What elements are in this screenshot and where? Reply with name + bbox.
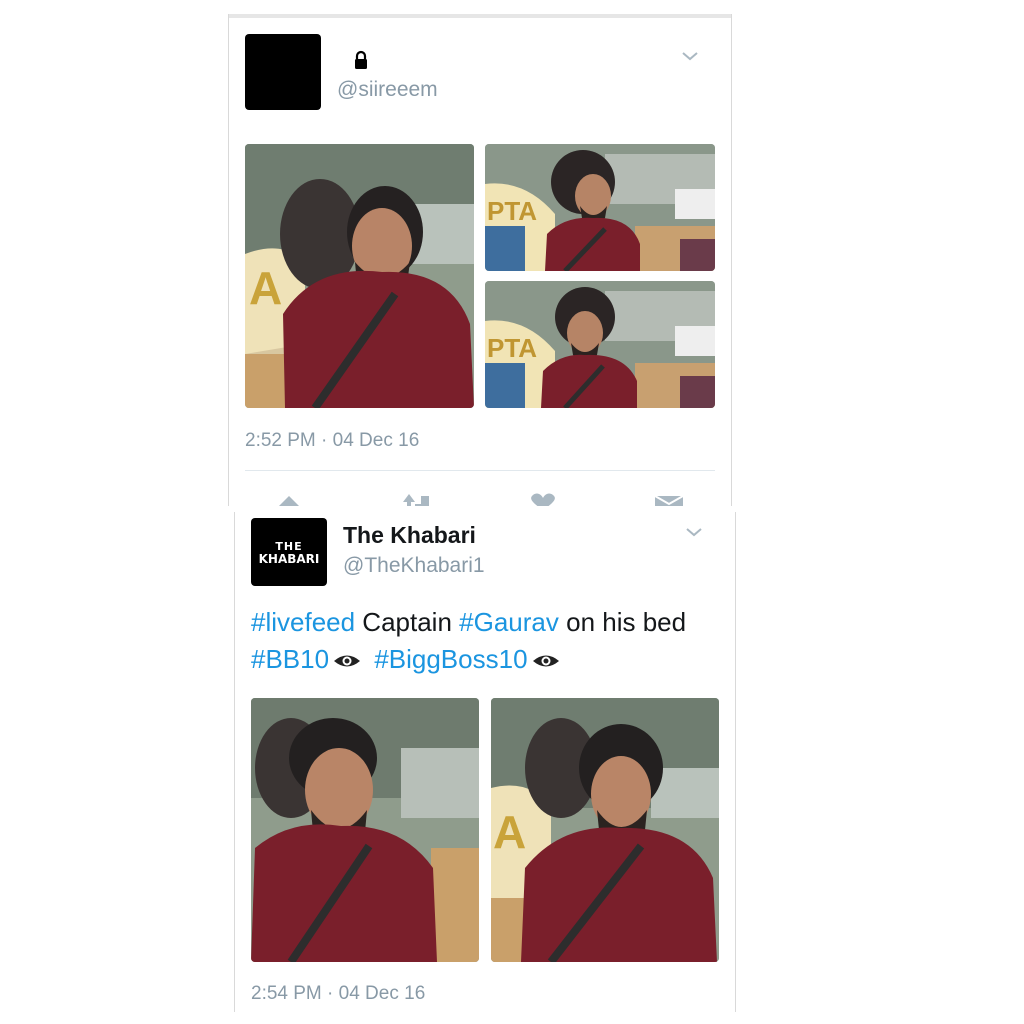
tweet-photo[interactable]: PTA (485, 144, 715, 271)
avatar-text-line2: KHABARI (258, 552, 320, 566)
svg-text:A: A (493, 806, 526, 858)
tweet-photo[interactable]: A (245, 144, 474, 408)
display-name[interactable]: The Khabari (343, 522, 476, 549)
tweet-text-segment: Captain (355, 607, 460, 637)
divider (245, 470, 715, 471)
tweet-timestamp: 2:54 PM · 04 Dec 16 (251, 983, 426, 1004)
avatar[interactable] (245, 34, 321, 110)
chevron-down-icon[interactable] (685, 526, 703, 538)
hashtag-link[interactable]: #Gaurav (459, 607, 559, 637)
hashtag-link[interactable]: #livefeed (251, 607, 355, 637)
hashtag-link[interactable]: #BB10 (251, 644, 329, 674)
svg-text:PTA: PTA (487, 333, 537, 363)
user-handle[interactable]: @TheKhabari1 (343, 554, 485, 578)
media-grid: A (251, 698, 719, 962)
eye-icon (532, 655, 559, 667)
svg-text:PTA: PTA (487, 196, 537, 226)
media-grid: A PTA PTA (245, 144, 715, 408)
chevron-down-icon[interactable] (681, 50, 699, 62)
tweet-photo[interactable] (251, 698, 479, 962)
like-icon[interactable] (527, 490, 559, 506)
user-handle[interactable]: @siireeem (337, 78, 438, 102)
tweet-text: #livefeed Captain #Gaurav on his bed #BB… (251, 604, 721, 678)
tweet-card-siireeem: @siireeem A PTA PTA 2:52 PM · 04 Dec 16 (228, 14, 732, 506)
svg-text:A: A (249, 262, 282, 314)
tweet-photo[interactable]: PTA (485, 281, 715, 408)
tweet-photo[interactable]: A (491, 698, 719, 962)
message-icon[interactable] (653, 490, 685, 506)
reply-icon[interactable] (273, 490, 305, 506)
tweet-text-segment: on his bed (558, 607, 687, 637)
hashtag-link[interactable]: #BiggBoss10 (374, 644, 527, 674)
avatar[interactable]: THE KHABARI (251, 518, 327, 586)
lock-icon (355, 50, 367, 69)
retweet-icon[interactable] (399, 490, 431, 506)
eye-icon (334, 655, 361, 667)
tweet-timestamp: 2:52 PM · 04 Dec 16 (245, 430, 420, 451)
tweet-card-thekhabari: THE KHABARI The Khabari @TheKhabari1 #li… (234, 512, 736, 1012)
